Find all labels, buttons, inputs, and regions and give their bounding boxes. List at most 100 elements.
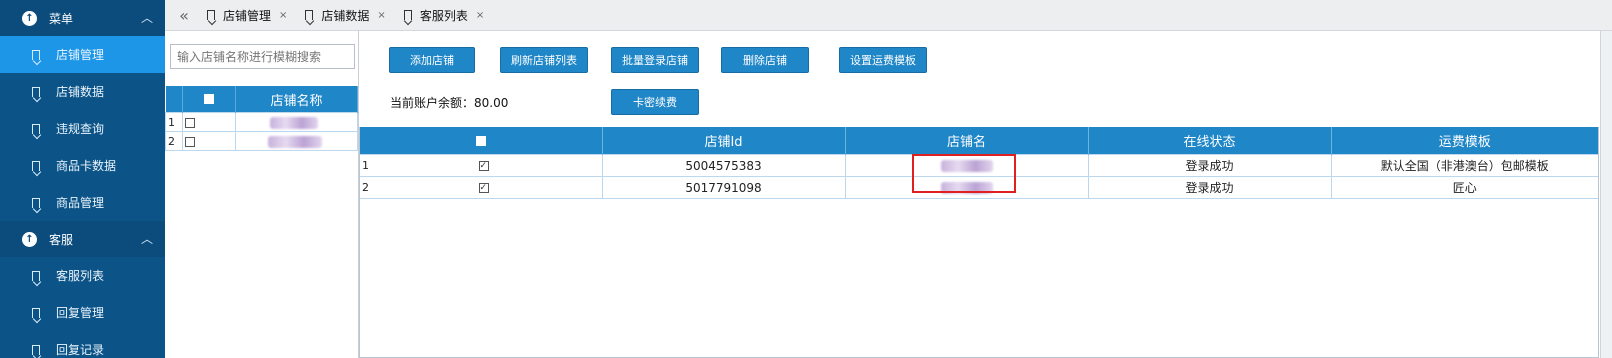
tab-label: 客服列表 <box>419 8 468 23</box>
row-number: 2 <box>362 181 369 194</box>
select-all-checkbox[interactable] <box>204 94 214 104</box>
online-status-cell: 登录成功 <box>1087 176 1332 199</box>
row-checkbox[interactable] <box>185 117 195 128</box>
redacted-shop-name <box>268 135 322 148</box>
bookmark-icon <box>207 10 215 20</box>
close-icon[interactable]: × <box>279 10 287 21</box>
row-number-checkbox-cell: 1 ✓ <box>359 154 603 177</box>
select-all-checkbox[interactable] <box>475 135 486 146</box>
sidebar-item-product-card-data[interactable]: 商品卡数据 <box>0 147 165 184</box>
shop-search-input[interactable] <box>170 44 355 69</box>
shop-name-cell <box>844 176 1089 199</box>
table-row[interactable]: 1 ✓ 5004575383 登录成功 默认全国（非港澳台）包邮模板 <box>359 154 1599 177</box>
bookmark-icon <box>403 10 412 20</box>
shop-name-cell <box>235 131 358 151</box>
close-icon[interactable]: × <box>377 10 385 21</box>
shipping-template-cell: 默认全国（非港澳台）包邮模板 <box>1330 154 1599 177</box>
tab-strip: « 店铺管理 × 店铺数据 × 客服列表 × <box>165 0 1612 31</box>
tab-label: 店铺管理 <box>223 8 272 23</box>
redacted-shop-name <box>940 160 993 172</box>
menu-group-customer-service[interactable]: ↑ 客服 ︿ <box>0 221 165 257</box>
sidebar-item-reply-records[interactable]: 回复记录 <box>0 331 165 358</box>
table-row[interactable]: 2 ✓ 5017791098 登录成功 匠心 <box>359 176 1599 199</box>
account-balance: 当前账户余额：80.00 <box>390 96 509 110</box>
vertical-scrollbar[interactable] <box>1600 31 1612 358</box>
arrow-up-circle-icon: ↑ <box>22 231 37 247</box>
sidebar-item-label: 客服列表 <box>56 269 105 283</box>
sidebar-item-cs-list[interactable]: 客服列表 <box>0 257 165 294</box>
redacted-shop-name <box>270 116 318 129</box>
menu-group-label: 客服 <box>49 232 74 247</box>
row-checkbox-cell <box>182 131 236 151</box>
sidebar-item-label: 商品管理 <box>56 196 105 210</box>
row-checkbox-checked[interactable]: ✓ <box>478 183 489 193</box>
tab-shop-data[interactable]: 店铺数据 × <box>297 0 395 30</box>
bookmark-icon <box>32 307 40 318</box>
sidebar-item-product-management[interactable]: 商品管理 <box>0 184 165 221</box>
select-all-header <box>359 127 603 155</box>
sidebar-item-label: 店铺数据 <box>56 85 105 99</box>
table-row[interactable]: 1 <box>165 112 358 132</box>
shop-search-pane: 店铺名称 1 2 <box>165 31 359 358</box>
bookmark-icon <box>305 10 314 20</box>
add-shop-button[interactable]: 添加店铺 <box>389 47 475 73</box>
shop-id-cell: 5004575383 <box>601 154 846 177</box>
sidebar-item-label: 商品卡数据 <box>56 159 117 173</box>
shop-name-table: 店铺名称 1 2 <box>165 86 358 151</box>
bookmark-icon <box>32 197 40 208</box>
bookmark-icon <box>32 344 40 355</box>
row-number: 2 <box>165 131 183 151</box>
bookmark-icon <box>32 160 40 171</box>
menu-group-label: 菜单 <box>49 11 74 26</box>
double-chevron-left-icon[interactable]: « <box>169 6 199 25</box>
tab-cs-list[interactable]: 客服列表 × <box>396 0 494 30</box>
column-header-shop-name: 店铺名 <box>845 127 1089 155</box>
sidebar-item-label: 回复记录 <box>56 343 105 357</box>
column-header-shop-name: 店铺名称 <box>235 86 358 113</box>
chevron-up-icon[interactable]: ︿ <box>141 230 153 247</box>
shop-management-main: 添加店铺 刷新店铺列表 批量登录店铺 删除店铺 设置运费模板 当前账户余额：80… <box>359 31 1612 358</box>
select-all-header <box>182 86 236 113</box>
sidebar-item-label: 店铺管理 <box>56 48 105 62</box>
sidebar-item-shop-data[interactable]: 店铺数据 <box>0 73 165 110</box>
card-renew-button[interactable]: 卡密续费 <box>611 89 699 115</box>
sidebar-item-label: 回复管理 <box>56 306 105 320</box>
chevron-up-icon[interactable]: ︿ <box>141 9 153 26</box>
online-status-cell: 登录成功 <box>1087 154 1332 177</box>
menu-group-menu[interactable]: ↑ 菜单 ︿ <box>0 0 165 36</box>
sidebar-item-violation-query[interactable]: 违规查询 <box>0 110 165 147</box>
table-row[interactable]: 2 <box>165 131 358 151</box>
bookmark-icon <box>32 49 40 60</box>
row-number: 1 <box>362 159 369 172</box>
redacted-shop-name <box>940 182 993 194</box>
sidebar-item-label: 违规查询 <box>56 122 105 136</box>
close-icon[interactable]: × <box>476 10 484 21</box>
tab-shop-management[interactable]: 店铺管理 × <box>199 0 297 30</box>
column-header-shipping-template: 运费模板 <box>1331 127 1599 155</box>
tab-label: 店铺数据 <box>321 8 370 23</box>
bookmark-icon <box>32 270 40 281</box>
shipping-template-cell: 匠心 <box>1330 176 1599 199</box>
row-checkbox-cell <box>182 112 236 132</box>
shop-table: 店铺Id 店铺名 在线状态 运费模板 1 ✓ 5004575383 登录成功 默… <box>359 127 1599 199</box>
column-header-online-status: 在线状态 <box>1088 127 1332 155</box>
batch-login-button[interactable]: 批量登录店铺 <box>611 47 699 73</box>
row-number: 1 <box>165 112 183 132</box>
arrow-up-circle-icon: ↑ <box>22 10 37 26</box>
sidebar-item-shop-management[interactable]: 店铺管理 <box>0 36 165 73</box>
row-number-checkbox-cell: 2 ✓ <box>359 176 603 199</box>
sidebar: ↑ 菜单 ︿ 店铺管理 店铺数据 违规查询 商品卡数据 商品管理 ↑ 客服 ︿ … <box>0 0 165 358</box>
sidebar-item-reply-management[interactable]: 回复管理 <box>0 294 165 331</box>
shop-name-cell <box>235 112 358 132</box>
shop-name-cell <box>844 154 1089 177</box>
bookmark-icon <box>32 123 40 134</box>
set-shipping-template-button[interactable]: 设置运费模板 <box>839 47 927 73</box>
row-number-header <box>165 86 183 113</box>
refresh-shop-list-button[interactable]: 刷新店铺列表 <box>500 47 588 73</box>
column-header-shop-id: 店铺Id <box>602 127 846 155</box>
delete-shop-button[interactable]: 删除店铺 <box>721 47 809 73</box>
bookmark-icon <box>32 86 40 97</box>
row-checkbox-checked[interactable]: ✓ <box>478 161 489 171</box>
shop-id-cell: 5017791098 <box>601 176 846 199</box>
row-checkbox[interactable] <box>185 136 195 147</box>
